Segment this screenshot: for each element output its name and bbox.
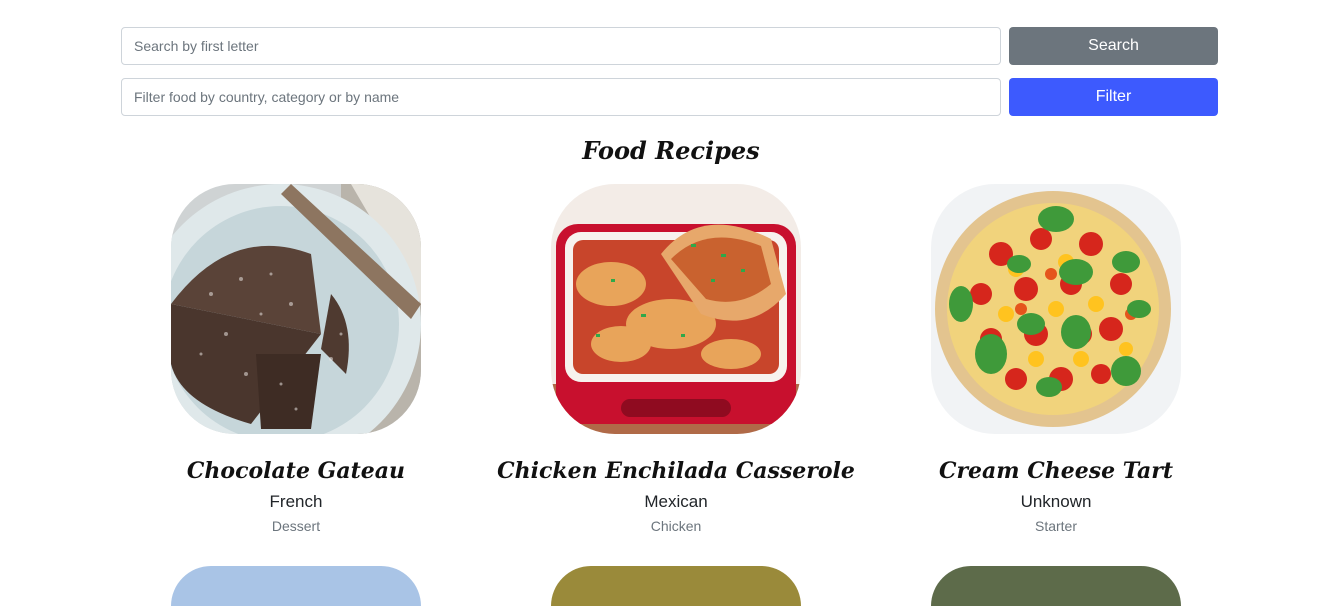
recipe-grid-next-row <box>106 566 1246 606</box>
search-row: Search <box>121 27 1218 65</box>
filter-row: Filter <box>121 78 1218 116</box>
search-by-letter-input[interactable] <box>121 27 1001 65</box>
recipe-category: Dessert <box>271 518 321 534</box>
recipe-image-partial[interactable] <box>931 566 1181 606</box>
recipe-category: Chicken <box>650 518 702 534</box>
recipe-title[interactable]: Chicken Enchilada Casserole <box>486 456 866 486</box>
recipe-image-cream-cheese-tart[interactable] <box>931 184 1181 434</box>
recipe-image-partial[interactable] <box>171 566 421 606</box>
recipe-grid: Chocolate Gateau French Dessert Chicken … <box>106 184 1246 534</box>
recipe-card-partial <box>866 566 1246 606</box>
search-area: Search Filter <box>121 27 1218 129</box>
recipe-area: French <box>269 492 323 511</box>
page-title: Food Recipes <box>582 136 760 165</box>
search-button[interactable]: Search <box>1009 27 1218 65</box>
recipe-image-chocolate-gateau[interactable] <box>171 184 421 434</box>
recipe-card: Chicken Enchilada Casserole Mexican Chic… <box>486 184 866 534</box>
filter-input[interactable] <box>121 78 1001 116</box>
filter-button[interactable]: Filter <box>1009 78 1218 116</box>
recipe-card-partial <box>106 566 486 606</box>
recipe-title[interactable]: Cream Cheese Tart <box>866 456 1246 486</box>
recipe-area: Mexican <box>644 492 708 511</box>
chocolate-gateau-image <box>171 184 421 434</box>
recipe-category: Starter <box>1034 518 1077 534</box>
recipe-image-chicken-enchilada-casserole[interactable] <box>551 184 801 434</box>
recipe-image-partial[interactable] <box>551 566 801 606</box>
cream-cheese-tart-image <box>931 184 1181 434</box>
chicken-enchilada-image <box>551 184 801 434</box>
recipe-area: Unknown <box>1020 492 1092 511</box>
recipe-card: Cream Cheese Tart Unknown Starter <box>866 184 1246 534</box>
recipe-title[interactable]: Chocolate Gateau <box>106 456 486 486</box>
recipe-card: Chocolate Gateau French Dessert <box>106 184 486 534</box>
recipe-card-partial <box>486 566 866 606</box>
